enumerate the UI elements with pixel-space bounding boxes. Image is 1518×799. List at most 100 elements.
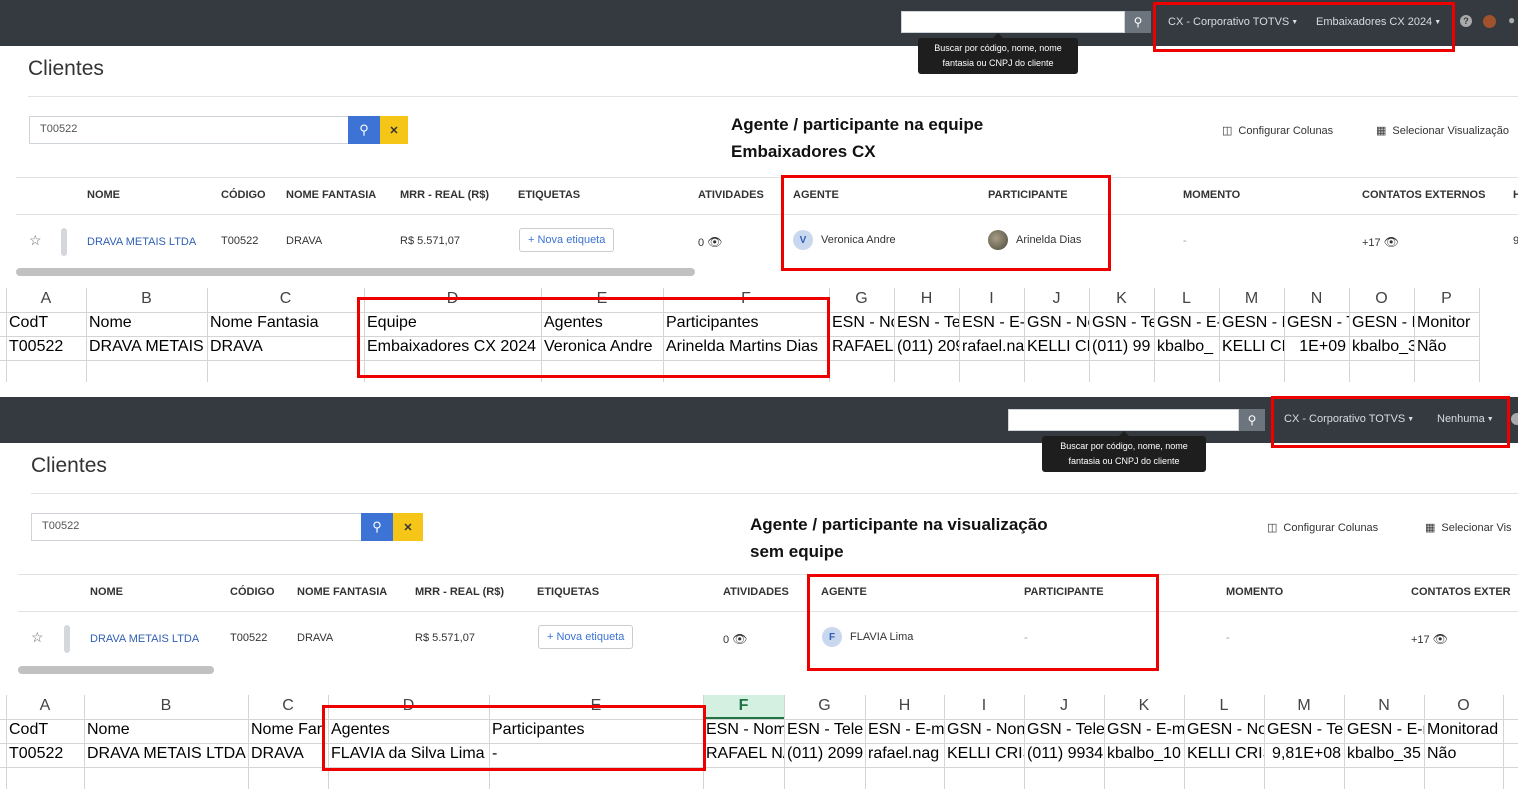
sheet1-header-cell[interactable]: GSN - No	[1024, 314, 1089, 332]
sheet1-header-cell[interactable]: Monitor	[1414, 314, 1479, 332]
sheet1-data-cell[interactable]: Não	[1414, 338, 1479, 356]
eye-icon[interactable]: 👁	[707, 235, 722, 249]
sheet2-col-f[interactable]: F	[703, 697, 784, 715]
eye-icon[interactable]: 👁	[1384, 235, 1399, 249]
sheet2-header-cell[interactable]: Monitorad	[1424, 721, 1503, 739]
top-th-codigo[interactable]: CÓDIGO	[221, 189, 266, 201]
sheet1-header-cell[interactable]: CodT	[6, 314, 86, 332]
bottom-nav-search-button[interactable]: ⚲	[1239, 409, 1265, 431]
sheet2-data-cell[interactable]: rafael.nag	[865, 745, 944, 763]
sheet1-data-cell[interactable]: kbalbo_	[1154, 338, 1219, 356]
sheet2-col-b[interactable]: B	[84, 697, 248, 715]
star-icon[interactable]: ☆	[29, 232, 42, 249]
sheet2-col-m[interactable]: M	[1264, 697, 1344, 715]
top-th-etiquetas[interactable]: ETIQUETAS	[518, 189, 580, 201]
user-avatar[interactable]	[1483, 15, 1496, 28]
sheet2-col-k[interactable]: K	[1104, 697, 1184, 715]
sheet2-col-h[interactable]: H	[865, 697, 944, 715]
sheet1-header-cell[interactable]: Nome Fantasia	[207, 314, 364, 332]
sheet1-col-n[interactable]: N	[1284, 290, 1349, 308]
bottom-horizontal-scrollbar[interactable]	[18, 666, 214, 674]
sheet2-col-c[interactable]: C	[248, 697, 328, 715]
bottom-select-view-link[interactable]: ▦ Selecionar Vis	[1425, 521, 1512, 534]
sheet1-data-cell[interactable]: RAFAEL	[829, 338, 894, 356]
bell-icon[interactable]: ●	[1508, 13, 1515, 27]
sheet2-data-cell[interactable]: kbalbo_35	[1344, 745, 1424, 763]
sheet2-header-cell[interactable]: ESN - E-ma	[865, 721, 944, 739]
sheet2-data-cell[interactable]: DRAVA	[248, 745, 328, 763]
top-configure-columns-link[interactable]: ◫ Configurar Colunas	[1222, 124, 1333, 137]
sheet2-data-cell[interactable]: (011) 9934	[1024, 745, 1104, 763]
sheet2-header-cell[interactable]: ESN - Tele	[784, 721, 865, 739]
sheet1-col-i[interactable]: I	[959, 290, 1024, 308]
sheet1-col-j[interactable]: J	[1024, 290, 1089, 308]
bottom-th-contatos-externos[interactable]: CONTATOS EXTER	[1411, 586, 1511, 598]
sheet2-data-cell[interactable]: T00522	[6, 745, 84, 763]
sheet2-col-o[interactable]: O	[1424, 697, 1503, 715]
sheet1-data-cell[interactable]: 1E+09	[1284, 338, 1349, 356]
sheet1-col-c[interactable]: C	[207, 290, 364, 308]
sheet1-col-b[interactable]: B	[86, 290, 207, 308]
sheet2-data-cell[interactable]: kbalbo_10	[1104, 745, 1184, 763]
bottom-th-momento[interactable]: MOMENTO	[1226, 586, 1283, 598]
sheet2-col-g[interactable]: G	[784, 697, 865, 715]
top-th-atividades[interactable]: ATIVIDADES	[698, 189, 764, 201]
top-nav-search-button[interactable]: ⚲	[1125, 11, 1151, 33]
sheet1-col-k[interactable]: K	[1089, 290, 1154, 308]
bottom-new-tag-button[interactable]: + Nova etiqueta	[538, 625, 634, 649]
sheet2-data-cell[interactable]: (011) 2099	[784, 745, 865, 763]
sheet1-col-o[interactable]: O	[1349, 290, 1414, 308]
top-client-search-input[interactable]: T00522	[29, 116, 349, 144]
sheet1-header-cell[interactable]: ESN - No	[829, 314, 894, 332]
sheet2-data-cell[interactable]: RAFAEL NA	[703, 745, 784, 763]
sheet2-data-cell[interactable]: Não	[1424, 745, 1503, 763]
bottom-nav-search-input[interactable]	[1008, 409, 1239, 431]
help-icon[interactable]: ?	[1460, 15, 1472, 27]
help-icon[interactable]	[1511, 413, 1518, 425]
sheet1-col-g[interactable]: G	[829, 290, 894, 308]
sheet1-data-cell[interactable]: (011) 209	[894, 338, 959, 356]
sheet1-header-cell[interactable]: ESN - Te	[894, 314, 959, 332]
top-th-contatos-externos[interactable]: CONTATOS EXTERNOS	[1362, 189, 1485, 201]
sheet1-header-cell[interactable]: GESN - T	[1284, 314, 1349, 332]
top-new-tag-button[interactable]: + Nova etiqueta	[519, 228, 615, 252]
sheet2-data-cell[interactable]: KELLI CRIS	[1184, 745, 1264, 763]
sheet2-header-cell[interactable]: Nome	[84, 721, 248, 739]
sheet2-data-cell[interactable]: DRAVA METAIS LTDA	[84, 745, 248, 763]
bottom-configure-columns-link[interactable]: ◫ Configurar Colunas	[1267, 521, 1378, 534]
sheet1-data-cell[interactable]: rafael.na	[959, 338, 1024, 356]
eye-icon[interactable]: 👁	[1433, 632, 1448, 646]
sheet2-header-cell[interactable]: GSN - Non	[944, 721, 1024, 739]
sheet2-col-j[interactable]: J	[1024, 697, 1104, 715]
top-th-nome[interactable]: NOME	[87, 189, 120, 201]
top-nav-search-input[interactable]	[901, 11, 1125, 33]
sheet1-data-cell[interactable]: T00522	[6, 338, 86, 356]
top-th-mrr[interactable]: MRR - REAL (R$)	[400, 189, 489, 201]
sheet2-header-cell[interactable]: ESN - Nom	[703, 721, 784, 739]
sheet2-col-i[interactable]: I	[944, 697, 1024, 715]
sheet1-header-cell[interactable]: ESN - E-r	[959, 314, 1024, 332]
top-th-extra[interactable]: H	[1513, 189, 1518, 201]
sheet1-header-cell[interactable]: GSN - E-	[1154, 314, 1219, 332]
bottom-client-search-input[interactable]: T00522	[31, 513, 362, 541]
bottom-th-codigo[interactable]: CÓDIGO	[230, 586, 275, 598]
sheet1-header-cell[interactable]: GESN - E	[1349, 314, 1414, 332]
sheet2-col-l[interactable]: L	[1184, 697, 1264, 715]
sheet2-header-cell[interactable]: GSN - Tele	[1024, 721, 1104, 739]
sheet1-data-cell[interactable]: KELLI CR	[1219, 338, 1284, 356]
sheet1-col-p[interactable]: P	[1414, 290, 1479, 308]
sheet1-col-h[interactable]: H	[894, 290, 959, 308]
sheet1-col-a[interactable]: A	[6, 290, 86, 308]
top-th-nome-fantasia[interactable]: NOME FANTASIA	[286, 189, 376, 201]
sheet1-header-cell[interactable]: GESN - N	[1219, 314, 1284, 332]
bottom-th-nome[interactable]: NOME	[90, 586, 123, 598]
sheet1-data-cell[interactable]: kbalbo_3	[1349, 338, 1414, 356]
top-th-momento[interactable]: MOMENTO	[1183, 189, 1240, 201]
bottom-th-nome-fantasia[interactable]: NOME FANTASIA	[297, 586, 387, 598]
bottom-row-nome[interactable]: DRAVA METAIS LTDA	[90, 633, 199, 645]
sheet2-data-cell[interactable]: 9,81E+08	[1264, 745, 1344, 763]
bottom-th-atividades[interactable]: ATIVIDADES	[723, 586, 789, 598]
sheet2-header-cell[interactable]: GESN - No	[1184, 721, 1264, 739]
bottom-search-button[interactable]: ⚲	[361, 513, 393, 541]
top-search-button[interactable]: ⚲	[348, 116, 380, 144]
